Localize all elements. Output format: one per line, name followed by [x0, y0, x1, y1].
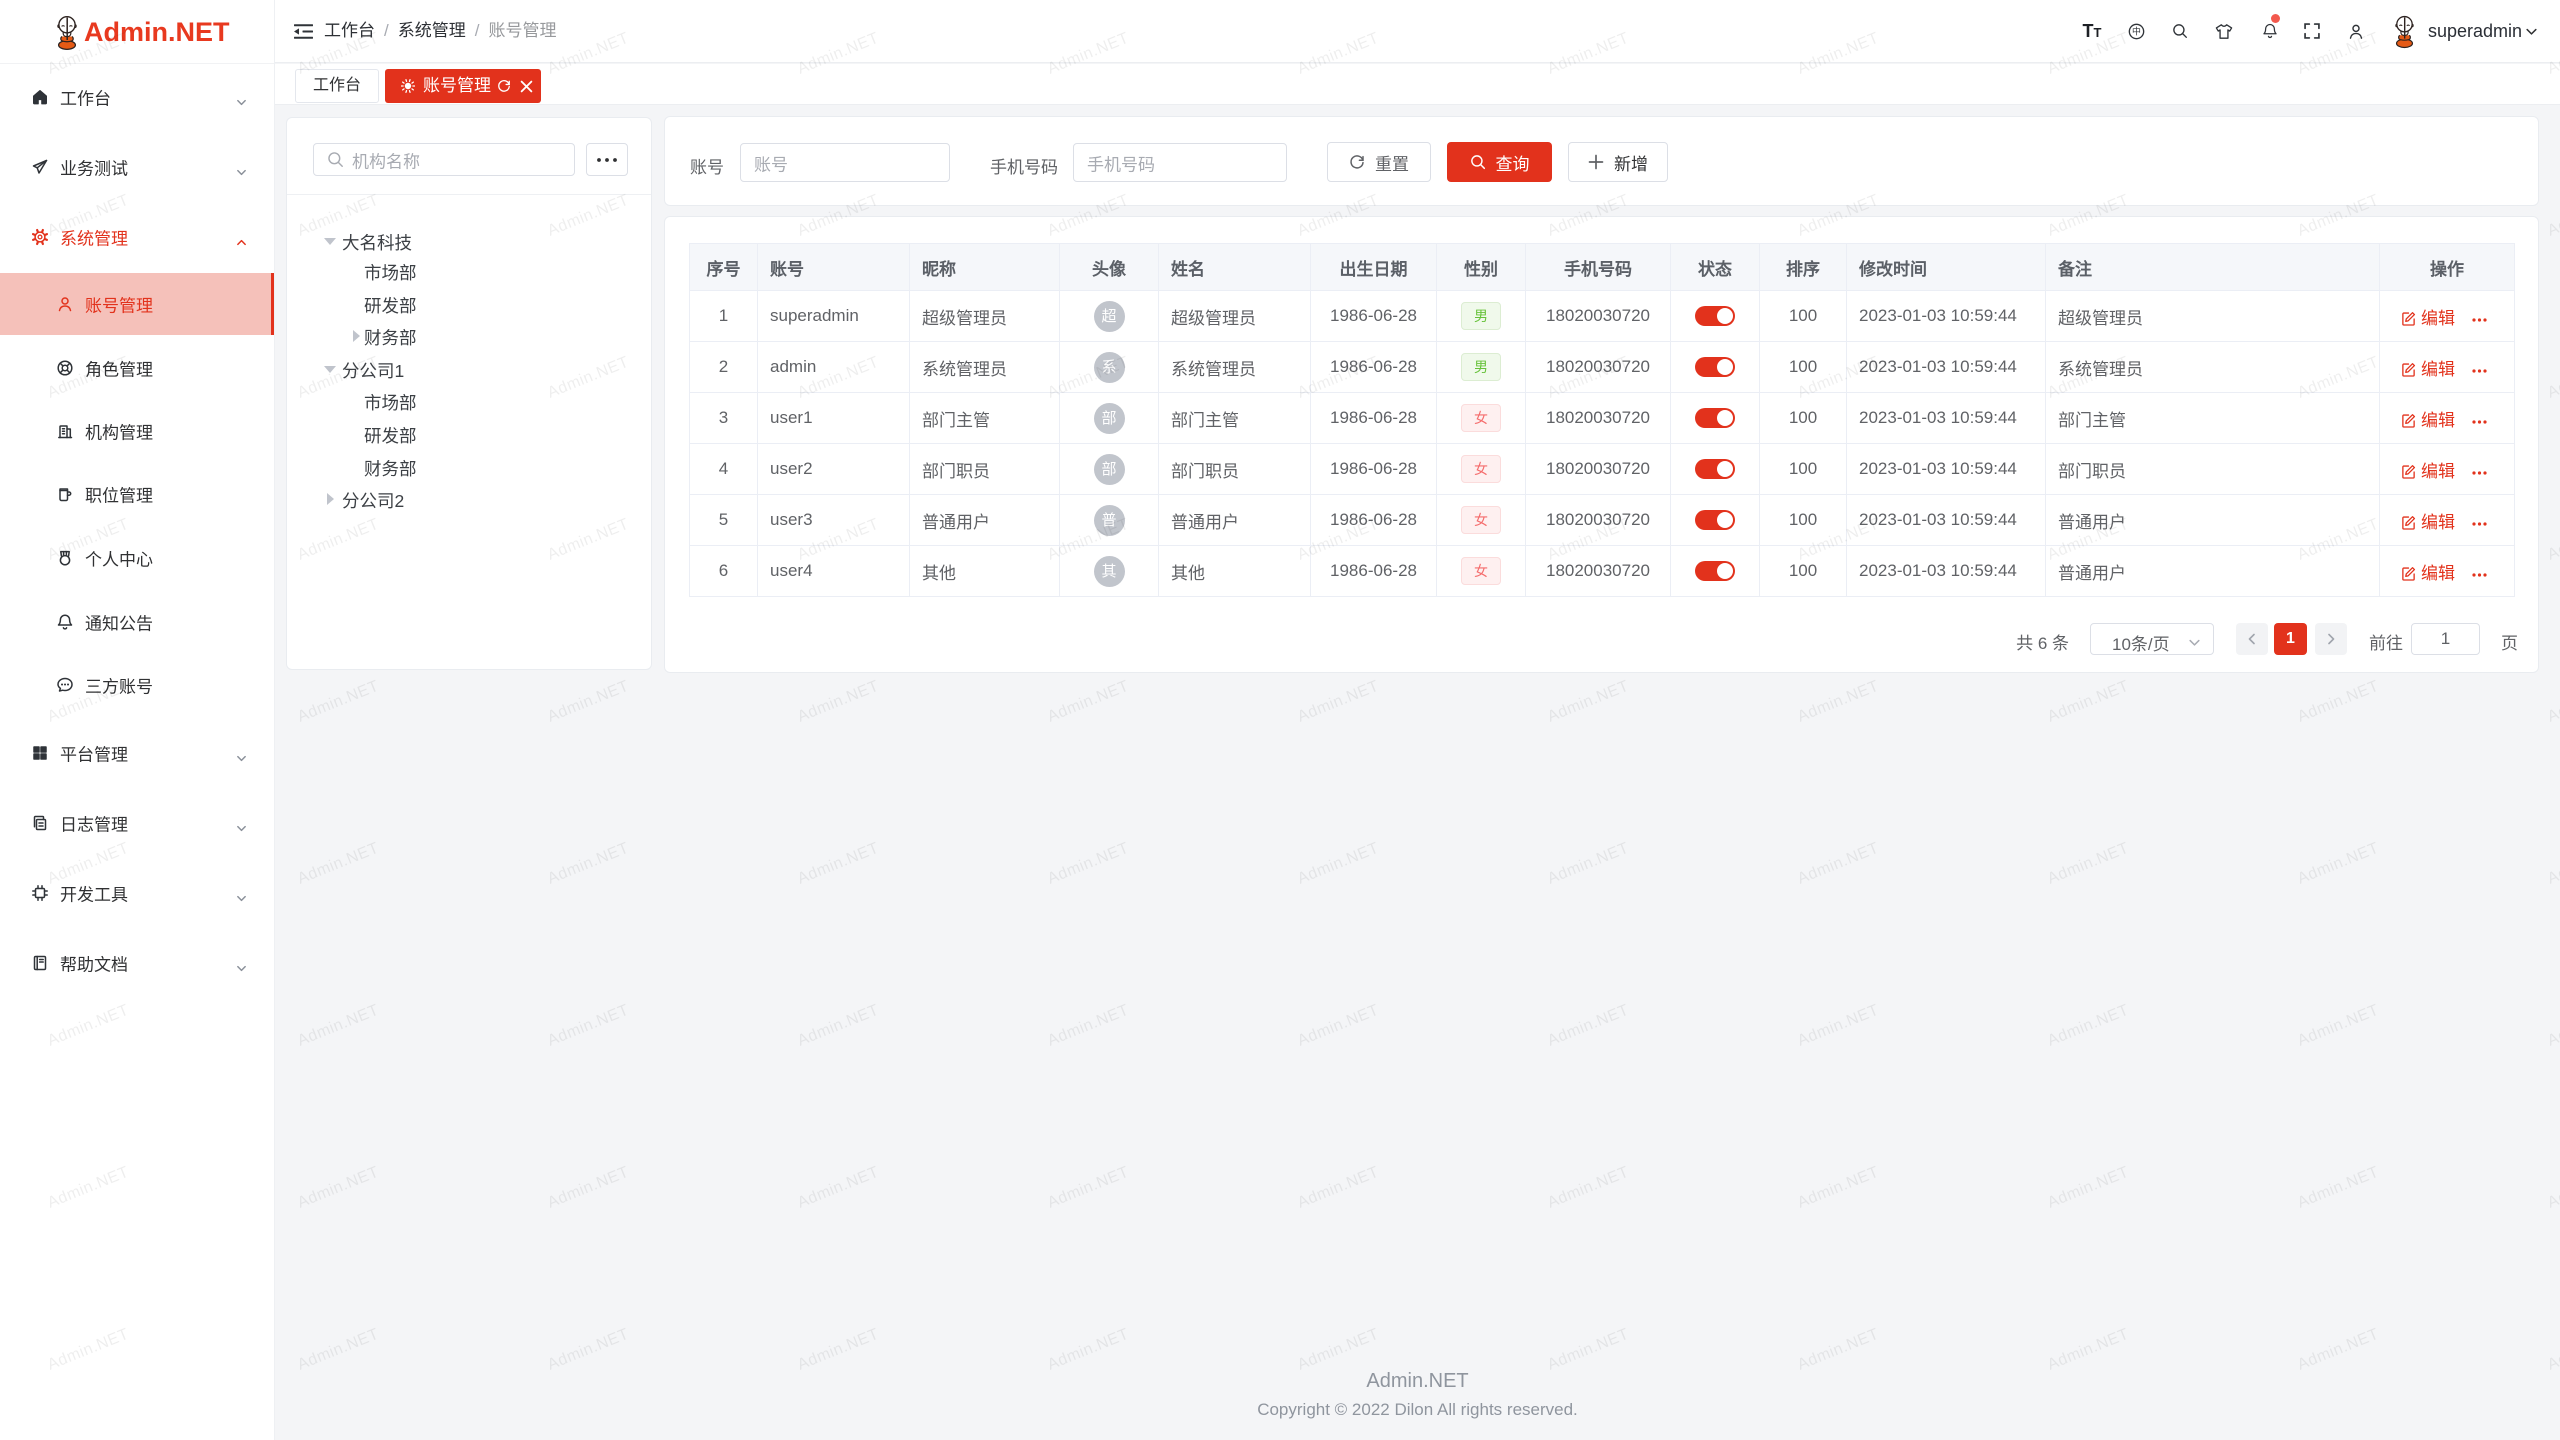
svg-text:Admin.NET: Admin.NET: [295, 1002, 381, 1050]
svg-text:中: 中: [2132, 25, 2141, 36]
svg-text:Admin.NET: Admin.NET: [1795, 1326, 1881, 1374]
svg-text:Admin.NET: Admin.NET: [545, 840, 631, 888]
svg-text:Admin.NET: Admin.NET: [2295, 1326, 2381, 1374]
svg-text:Admin.NET: Admin.NET: [2045, 1002, 2131, 1050]
svg-text:Admin.NET: Admin.NET: [1045, 840, 1131, 888]
svg-text:Admin.NET: Admin.NET: [2045, 678, 2131, 726]
svg-text:Admin.NET: Admin.NET: [2545, 354, 2560, 402]
svg-text:Admin.NET: Admin.NET: [2295, 1164, 2381, 1212]
svg-text:Admin.NET: Admin.NET: [545, 1002, 631, 1050]
svg-text:Admin.NET: Admin.NET: [795, 1002, 881, 1050]
svg-text:Admin.NET: Admin.NET: [2545, 1326, 2560, 1374]
svg-text:Admin.NET: Admin.NET: [295, 840, 381, 888]
svg-text:Admin.NET: Admin.NET: [1045, 1326, 1131, 1374]
svg-text:Admin.NET: Admin.NET: [2545, 1002, 2560, 1050]
svg-text:Admin.NET: Admin.NET: [1295, 1326, 1381, 1374]
svg-text:Admin.NET: Admin.NET: [1795, 1164, 1881, 1212]
svg-text:Admin.NET: Admin.NET: [2295, 840, 2381, 888]
svg-text:Admin.NET: Admin.NET: [1045, 1164, 1131, 1212]
svg-text:Admin.NET: Admin.NET: [795, 1326, 881, 1374]
svg-text:Admin.NET: Admin.NET: [1545, 1326, 1631, 1374]
svg-text:Admin.NET: Admin.NET: [2545, 1164, 2560, 1212]
svg-text:Admin.NET: Admin.NET: [2545, 516, 2560, 564]
svg-text:Admin.NET: Admin.NET: [1045, 1002, 1131, 1050]
svg-text:Admin.NET: Admin.NET: [1545, 840, 1631, 888]
svg-text:Admin.NET: Admin.NET: [545, 1164, 631, 1212]
svg-text:Admin.NET: Admin.NET: [1295, 840, 1381, 888]
svg-text:Admin.NET: Admin.NET: [1295, 1002, 1381, 1050]
svg-text:Admin.NET: Admin.NET: [2045, 1326, 2131, 1374]
svg-text:Admin.NET: Admin.NET: [295, 1164, 381, 1212]
svg-text:Admin.NET: Admin.NET: [1045, 678, 1131, 726]
svg-text:Admin.NET: Admin.NET: [1795, 1002, 1881, 1050]
svg-text:Admin.NET: Admin.NET: [2545, 678, 2560, 726]
svg-text:Admin.NET: Admin.NET: [2045, 1164, 2131, 1212]
svg-text:Admin.NET: Admin.NET: [1795, 840, 1881, 888]
svg-text:Admin.NET: Admin.NET: [795, 1164, 881, 1212]
svg-text:Admin.NET: Admin.NET: [2045, 840, 2131, 888]
svg-text:Admin.NET: Admin.NET: [295, 1326, 381, 1374]
svg-text:Admin.NET: Admin.NET: [545, 1326, 631, 1374]
svg-text:Admin.NET: Admin.NET: [1545, 1164, 1631, 1212]
svg-text:Admin.NET: Admin.NET: [795, 840, 881, 888]
svg-text:Admin.NET: Admin.NET: [1295, 1164, 1381, 1212]
svg-text:Admin.NET: Admin.NET: [1545, 678, 1631, 726]
svg-text:Admin.NET: Admin.NET: [1795, 678, 1881, 726]
svg-text:Admin.NET: Admin.NET: [1295, 678, 1381, 726]
svg-text:Admin.NET: Admin.NET: [2295, 678, 2381, 726]
svg-text:Admin.NET: Admin.NET: [2545, 840, 2560, 888]
svg-text:Admin.NET: Admin.NET: [795, 678, 881, 726]
svg-text:Admin.NET: Admin.NET: [1545, 1002, 1631, 1050]
svg-text:Admin.NET: Admin.NET: [545, 678, 631, 726]
svg-text:Admin.NET: Admin.NET: [2295, 1002, 2381, 1050]
svg-text:Admin.NET: Admin.NET: [295, 678, 381, 726]
svg-text:Admin.NET: Admin.NET: [2545, 192, 2560, 240]
